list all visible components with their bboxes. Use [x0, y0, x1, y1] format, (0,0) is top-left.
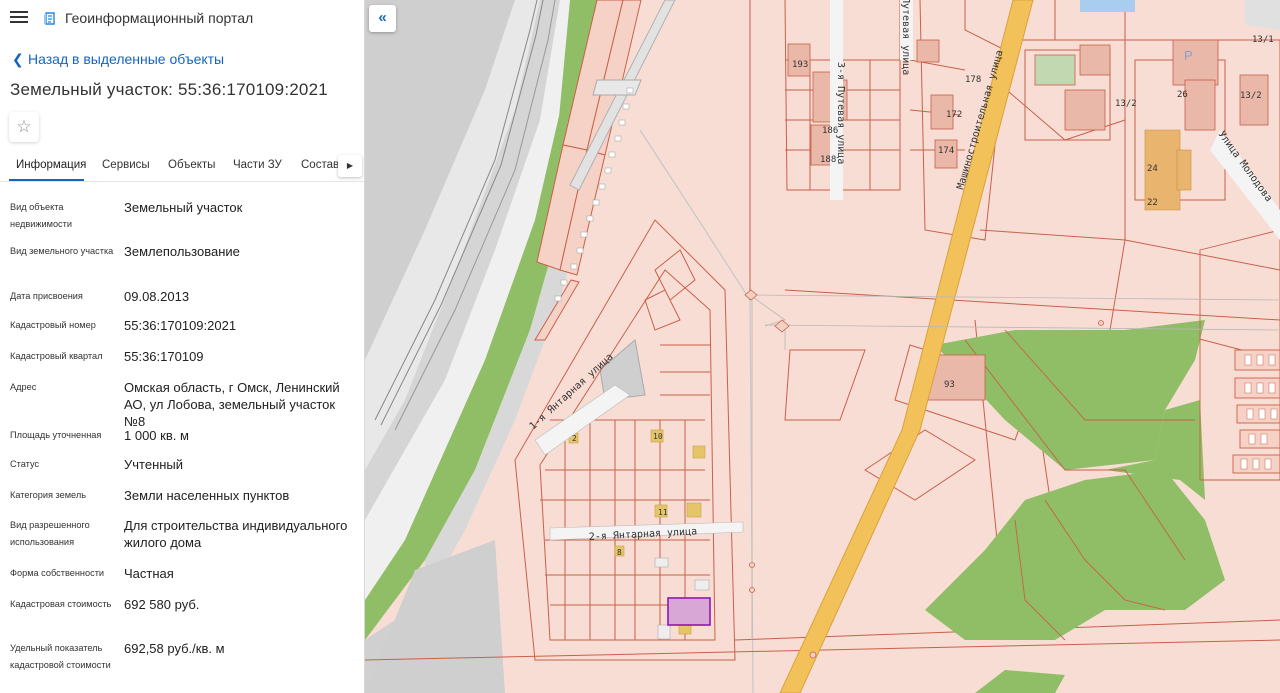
attr-label: Площадь уточненная — [10, 430, 102, 440]
app-title: Геоинформационный портал — [65, 10, 254, 26]
house-number: 13/1 — [1252, 35, 1274, 45]
attr-value: Земельный участок — [124, 200, 243, 215]
back-to-selected-link[interactable]: ❮ Назад в выделенные объекты — [12, 51, 224, 68]
attr-label: Категория земель — [10, 490, 86, 500]
attr-label: Кадастровый номер — [10, 320, 96, 330]
attr-label: Статус — [10, 459, 40, 469]
selected-parcel-highlight[interactable] — [667, 597, 711, 626]
attr-label: Кадастровая стоимость — [10, 599, 112, 609]
active-tab-indicator — [9, 179, 84, 181]
attr-value: Землепользование — [124, 244, 240, 259]
attr-value: 55:36:170109 — [124, 349, 204, 364]
attr-value: 1 000 кв. м — [124, 428, 189, 443]
house-number: 178 — [965, 75, 981, 85]
street-label-putevaya: Путевая улица — [900, 0, 911, 75]
attr-label: Адрес — [10, 382, 37, 392]
attr-value: 09.08.2013 — [124, 289, 190, 304]
house-number: 22 — [1147, 198, 1158, 208]
grey-area — [1245, 0, 1280, 30]
tab-information[interactable]: Информация — [16, 159, 86, 171]
house-number: 174 — [938, 146, 954, 156]
tab-services[interactable]: Сервисы — [102, 159, 150, 171]
hamburger-icon[interactable] — [8, 8, 30, 28]
collapse-panel-icon[interactable]: « — [369, 5, 396, 32]
attr-value: 692 580 руб. — [124, 597, 200, 612]
attr-value: Частная — [124, 566, 174, 581]
house-number: 8 — [617, 548, 622, 557]
tab-bar: Информация Сервисы Объекты Части ЗУ Сост… — [0, 150, 364, 182]
street-label-putevaya-3: 3-я Путевая улица — [835, 62, 846, 164]
attr-label: Удельный показатель кадастровой стоимост… — [10, 643, 111, 670]
attr-value: Учтенный — [124, 457, 184, 472]
house-number: 13/2 — [1240, 91, 1262, 101]
attr-value: Омская область, г Омск, Ленинский АО, ул… — [124, 380, 340, 429]
house-number: 188 — [820, 155, 836, 165]
tab-composition[interactable]: Состав — [301, 159, 339, 171]
tab-objects[interactable]: Объекты — [168, 159, 215, 171]
house-number: 193 — [792, 60, 808, 70]
house-number: 24 — [1147, 164, 1158, 174]
portal-logo-icon — [44, 12, 55, 25]
attr-label: Кадастровый квартал — [10, 351, 103, 361]
house-number: 13/2 — [1115, 99, 1137, 109]
map-view[interactable]: P 193 186 188 178 172 174 13/2 26 24 22 … — [365, 0, 1280, 693]
back-link-label: Назад в выделенные объекты — [28, 51, 225, 67]
app-root: Геоинформационный портал ❮ Назад в выделе… — [0, 0, 1280, 693]
favorite-star-icon[interactable]: ☆ — [9, 112, 39, 142]
house-number: 172 — [946, 110, 962, 120]
parking-icon: P — [1184, 48, 1193, 63]
info-panel: Геоинформационный портал ❮ Назад в выделе… — [0, 0, 365, 693]
attr-label: Вид разрешенного использования — [10, 520, 90, 547]
attr-label: Вид объекта недвижимости — [10, 202, 72, 229]
tab-scroll-right-icon[interactable]: ▶ — [338, 155, 362, 177]
attr-value: Для строительства индивидуального жилого… — [124, 518, 348, 550]
attr-value: 692,58 руб./кв. м — [124, 641, 225, 656]
chevron-left-icon: ❮ — [12, 51, 24, 67]
attr-value: Земли населенных пунктов — [124, 488, 290, 503]
top-bar: Геоинформационный портал — [0, 0, 364, 37]
attr-label: Дата присвоения — [10, 291, 83, 301]
house-number: 10 — [653, 432, 663, 441]
water-body — [1080, 0, 1135, 12]
page-title: Земельный участок: 55:36:170109:2021 — [10, 80, 328, 99]
house-number: 93 — [944, 380, 955, 390]
house-number: 11 — [658, 508, 668, 517]
attr-label: Форма собственности — [10, 568, 105, 578]
map-canvas[interactable]: P 193 186 188 178 172 174 13/2 26 24 22 … — [365, 0, 1280, 693]
house-number: 2 — [572, 434, 577, 443]
house-number: 26 — [1177, 90, 1188, 100]
tab-parts[interactable]: Части ЗУ — [233, 159, 282, 171]
attr-value: 55:36:170109:2021 — [124, 318, 237, 333]
attr-label: Вид земельного участка — [10, 246, 114, 256]
